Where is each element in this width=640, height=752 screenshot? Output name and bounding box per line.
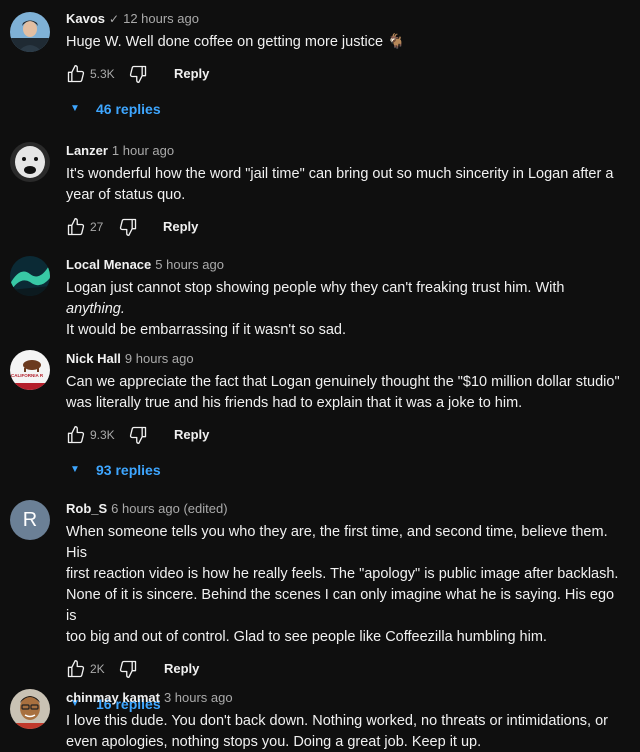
- flag-text: CALIFORNIA R: [11, 373, 44, 378]
- reply-button[interactable]: Reply: [174, 66, 209, 81]
- timestamp[interactable]: 12 hours ago: [123, 11, 199, 26]
- avatar[interactable]: CALIFORNIA R: [10, 350, 50, 390]
- author-name[interactable]: chinmay kamat: [66, 690, 160, 705]
- avatar[interactable]: R: [10, 500, 50, 540]
- like-count: 5.3K: [90, 67, 115, 81]
- avatar[interactable]: [10, 142, 50, 182]
- comment-actions: 27 Reply: [66, 214, 620, 242]
- author-name[interactable]: Lanzer: [66, 143, 108, 158]
- thumbs-up-icon[interactable]: [66, 425, 86, 450]
- like-count: 27: [90, 220, 104, 234]
- comment-actions: 9.3K Reply: [66, 422, 620, 450]
- like-count: 2K: [90, 662, 105, 676]
- reply-button[interactable]: Reply: [163, 219, 198, 234]
- caret-down-icon: ▼: [70, 103, 80, 114]
- thumbs-down-icon[interactable]: [118, 217, 138, 242]
- thumbs-up-icon[interactable]: [66, 217, 86, 242]
- caret-down-icon: ▼: [70, 464, 80, 475]
- reply-button[interactable]: Reply: [174, 427, 209, 442]
- avatar[interactable]: [10, 689, 50, 729]
- timestamp[interactable]: 6 hours ago (edited): [111, 501, 227, 516]
- thumbs-up-icon[interactable]: [66, 64, 86, 89]
- comment-text: Huge W. Well done coffee on getting more…: [66, 34, 406, 50]
- like-count: 9.3K: [90, 428, 115, 442]
- thumbs-up-icon[interactable]: [66, 659, 86, 684]
- timestamp[interactable]: 1 hour ago: [112, 143, 174, 158]
- view-replies-button[interactable]: ▼ 46 replies: [66, 97, 620, 121]
- comment-text: When someone tells you who they are, the…: [66, 524, 619, 645]
- avatar-letter: R: [22, 509, 38, 531]
- thumbs-down-icon[interactable]: [118, 659, 138, 684]
- view-replies-button[interactable]: ▼ 93 replies: [66, 458, 620, 482]
- author-name[interactable]: Local Menace: [66, 257, 151, 272]
- comment-actions: 2K Reply: [66, 656, 620, 684]
- comment-text: Logan just cannot stop showing people wh…: [66, 280, 565, 338]
- thumbs-down-icon[interactable]: [128, 425, 148, 450]
- thumbs-down-icon[interactable]: [128, 64, 148, 89]
- author-name[interactable]: Kavos: [66, 11, 105, 26]
- author-name[interactable]: Rob_S: [66, 501, 107, 516]
- timestamp[interactable]: 3 hours ago: [164, 690, 233, 705]
- verified-check-icon: ✓: [109, 12, 120, 26]
- avatar[interactable]: [10, 256, 50, 296]
- reply-button[interactable]: Reply: [164, 661, 199, 676]
- timestamp[interactable]: 9 hours ago: [125, 351, 194, 366]
- avatar[interactable]: [10, 12, 50, 52]
- comment-text: It's wonderful how the word "jail time" …: [66, 166, 614, 203]
- comment-text: Can we appreciate the fact that Logan ge…: [66, 374, 620, 411]
- comment-actions: 5.3K Reply: [66, 61, 620, 89]
- comment-text: I love this dude. You don't back down. N…: [66, 713, 609, 750]
- author-name[interactable]: Nick Hall: [66, 351, 121, 366]
- timestamp[interactable]: 5 hours ago: [155, 257, 224, 272]
